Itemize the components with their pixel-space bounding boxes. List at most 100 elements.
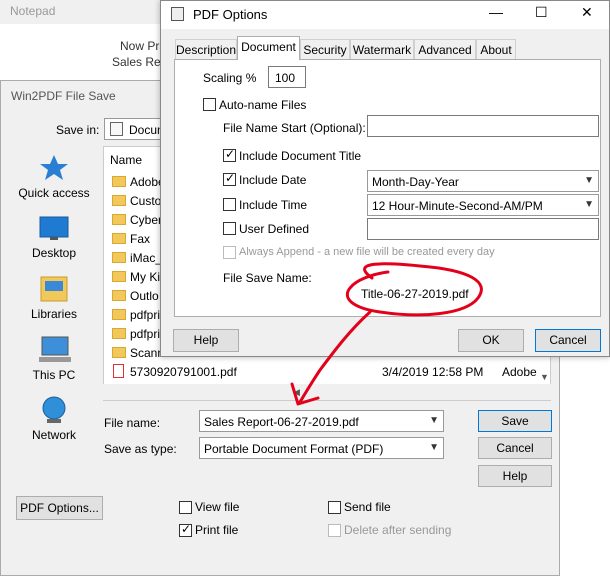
include-time-label: Include Time bbox=[239, 198, 308, 212]
ok-button[interactable]: OK bbox=[458, 329, 524, 352]
scaling-input[interactable]: 100 bbox=[268, 66, 306, 88]
cancel-button[interactable]: Cancel bbox=[478, 437, 552, 459]
app-icon bbox=[171, 7, 184, 21]
time-format-select[interactable]: 12 Hour-Minute-Second-AM/PM ▼ bbox=[367, 194, 599, 216]
file-name: 5730920791001.pdf bbox=[130, 365, 237, 379]
cancel-button[interactable]: Cancel bbox=[535, 329, 601, 352]
scroll-left-icon[interactable]: ◀ bbox=[293, 387, 300, 398]
place-this-pc[interactable]: This PC bbox=[11, 335, 97, 385]
help-button[interactable]: Help bbox=[478, 465, 552, 487]
include-date-label: Include Date bbox=[239, 173, 307, 187]
file-name: pdfpri bbox=[130, 327, 161, 341]
auto-name-checkbox[interactable] bbox=[203, 98, 216, 111]
save-as-type-combo[interactable]: Portable Document Format (PDF) ▼ bbox=[199, 437, 444, 459]
folder-icon bbox=[112, 195, 126, 206]
place-quick-access[interactable]: Quick access bbox=[11, 153, 97, 203]
file-name: Scann bbox=[130, 346, 165, 360]
pdf-options-titlebar[interactable]: PDF Options — ☐ ✕ bbox=[161, 1, 609, 29]
file-save-name-value: Title-06-27-2019.pdf bbox=[361, 287, 469, 301]
folder-icon bbox=[112, 328, 126, 339]
tab-description[interactable]: Description bbox=[175, 39, 237, 59]
user-defined-input[interactable] bbox=[367, 218, 599, 240]
file-name: Outlo bbox=[130, 289, 159, 303]
save-in-label: Save in: bbox=[56, 123, 100, 137]
send-file-label: Send file bbox=[344, 500, 391, 514]
file-name: Custo bbox=[130, 194, 162, 208]
chevron-down-icon[interactable]: ▼ bbox=[429, 415, 439, 426]
date-format-select[interactable]: Month-Day-Year ▼ bbox=[367, 170, 599, 192]
send-file-checkbox[interactable] bbox=[328, 501, 341, 514]
computer-icon bbox=[39, 336, 71, 362]
file-save-name-label: File Save Name: bbox=[223, 271, 312, 285]
tab-about[interactable]: About bbox=[476, 39, 516, 59]
include-date-checkbox[interactable] bbox=[223, 171, 236, 186]
close-icon[interactable]: ✕ bbox=[581, 4, 593, 21]
network-icon bbox=[42, 396, 66, 423]
list-item[interactable]: 5730920791001.pdf 3/4/2019 12:58 PM Adob… bbox=[112, 364, 542, 382]
tab-document[interactable]: Document bbox=[237, 36, 300, 60]
save-dialog-title: Win2PDF File Save bbox=[11, 89, 116, 103]
file-name-start-label: File Name Start (Optional): bbox=[223, 121, 366, 135]
print-file-checkbox[interactable] bbox=[179, 522, 192, 537]
delete-after-sending-label: Delete after sending bbox=[344, 523, 452, 537]
time-format-value: 12 Hour-Minute-Second-AM/PM bbox=[372, 199, 543, 213]
file-name-label: File name: bbox=[104, 416, 161, 430]
save-button[interactable]: Save bbox=[478, 410, 552, 432]
place-desktop[interactable]: Desktop bbox=[11, 215, 97, 265]
tab-watermark[interactable]: Watermark bbox=[350, 39, 414, 59]
libraries-icon bbox=[40, 276, 68, 302]
file-name: iMac_ bbox=[130, 251, 163, 265]
folder-icon bbox=[112, 347, 126, 358]
save-as-type-label: Save as type: bbox=[104, 442, 177, 456]
folder-icon bbox=[112, 176, 126, 187]
include-title-label: Include Document Title bbox=[239, 149, 362, 163]
file-name: pdfpri bbox=[130, 308, 161, 322]
always-append-label: Always Append - a new file will be creat… bbox=[239, 246, 495, 258]
file-name: Cyber bbox=[130, 213, 163, 227]
always-append-checkbox[interactable] bbox=[223, 246, 236, 259]
scaling-value: 100 bbox=[275, 71, 296, 85]
place-libraries[interactable]: Libraries bbox=[11, 275, 97, 325]
chevron-down-icon[interactable]: ▼ bbox=[584, 175, 594, 186]
horizontal-scrollbar[interactable]: ◀ ▼ bbox=[103, 372, 551, 400]
folder-icon bbox=[112, 309, 126, 320]
scroll-down-icon[interactable]: ▼ bbox=[540, 372, 549, 382]
delete-after-sending-checkbox[interactable] bbox=[328, 524, 341, 537]
pdf-file-icon bbox=[113, 364, 124, 378]
pdf-options-dialog: PDF Options — ☐ ✕ Description Document S… bbox=[160, 0, 610, 357]
include-time-checkbox[interactable] bbox=[223, 198, 236, 211]
place-label: Quick access bbox=[18, 186, 90, 200]
file-name-start-input[interactable] bbox=[367, 115, 599, 137]
folder-icon bbox=[112, 271, 126, 282]
file-date: 3/4/2019 12:58 PM bbox=[382, 365, 484, 379]
tab-advanced[interactable]: Advanced bbox=[414, 39, 476, 59]
help-button[interactable]: Help bbox=[173, 329, 239, 352]
print-file-label: Print file bbox=[195, 523, 239, 537]
place-network[interactable]: Network bbox=[11, 395, 97, 445]
chevron-down-icon[interactable]: ▼ bbox=[429, 442, 439, 453]
file-type: Adobe bbox=[502, 365, 537, 379]
file-name-combo[interactable]: Sales Report-06-27-2019.pdf ▼ bbox=[199, 410, 444, 432]
view-file-label: View file bbox=[195, 500, 240, 514]
folder-icon bbox=[112, 290, 126, 301]
place-label: Libraries bbox=[30, 307, 78, 321]
folder-icon bbox=[112, 233, 126, 244]
save-as-type-value: Portable Document Format (PDF) bbox=[204, 442, 384, 456]
view-file-checkbox[interactable] bbox=[179, 501, 192, 514]
minimize-icon[interactable]: — bbox=[489, 4, 503, 20]
maximize-icon[interactable]: ☐ bbox=[535, 4, 548, 21]
chevron-down-icon[interactable]: ▼ bbox=[584, 199, 594, 210]
desktop-icon bbox=[39, 216, 69, 240]
user-defined-checkbox[interactable] bbox=[223, 222, 236, 235]
file-name: Fax bbox=[130, 232, 151, 246]
include-title-checkbox[interactable] bbox=[223, 147, 236, 162]
column-header-name[interactable]: Name bbox=[110, 153, 142, 167]
place-label: Network bbox=[31, 428, 76, 442]
pdf-options-button[interactable]: PDF Options... bbox=[16, 496, 103, 520]
place-label: Desktop bbox=[31, 246, 77, 260]
auto-name-label: Auto-name Files bbox=[219, 98, 307, 112]
folder-icon bbox=[112, 252, 126, 263]
save-in-combo[interactable]: Docum bbox=[104, 118, 167, 140]
date-format-value: Month-Day-Year bbox=[372, 175, 459, 189]
tab-security[interactable]: Security bbox=[300, 39, 350, 59]
